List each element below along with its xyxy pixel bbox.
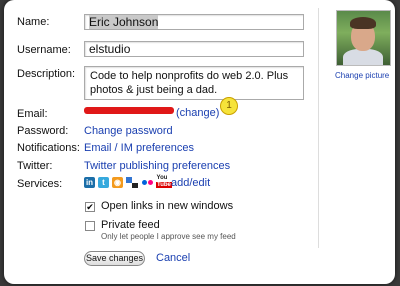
username-label: Username: [17,44,71,56]
delicious-icon[interactable] [126,177,138,188]
profile-photo [336,10,391,66]
open-links-checkbox[interactable]: ✔ [85,202,95,212]
edit-profile-dialog: Name: Eric Johnson Username: elstudio De… [4,0,395,284]
open-links-label: Open links in new windows [101,200,234,212]
vertical-divider [318,8,319,248]
twitter-preferences-link[interactable]: Twitter publishing preferences [84,160,230,172]
rss-icon[interactable]: ◉ [112,177,123,188]
change-password-link[interactable]: Change password [84,125,173,137]
twitter-label: Twitter: [17,160,53,172]
cancel-link[interactable]: Cancel [156,252,190,264]
password-label: Password: [17,125,69,137]
description-field[interactable]: Code to help nonprofits do web 2.0. Plus… [84,66,304,100]
name-value: Eric Johnson [89,15,159,29]
services-add-edit-link[interactable]: add/edit [171,177,210,189]
annotation-badge: 1 [220,97,238,115]
name-field[interactable]: Eric Johnson [84,14,304,30]
notifications-label: Notifications: [17,142,80,154]
twitter-icon[interactable]: t [98,177,109,188]
email-label: Email: [17,108,48,120]
notification-preferences-link[interactable]: Email / IM preferences [84,142,194,154]
services-label: Services: [17,178,63,190]
private-feed-note: Only let people I approve see my feed [101,232,236,241]
youtube-icon[interactable]: You Tube [156,175,172,189]
change-picture-link[interactable]: Change picture [335,71,389,80]
redacted-email [84,107,174,114]
linkedin-icon[interactable]: in [84,177,95,188]
username-value: elstudio [89,42,131,56]
email-change-link[interactable]: (change) [176,107,219,119]
username-field[interactable]: elstudio [84,41,304,57]
flickr-icon[interactable] [141,177,154,188]
save-changes-button[interactable]: Save changes [84,251,145,266]
description-label: Description: [17,68,76,80]
private-feed-checkbox[interactable] [85,221,95,231]
private-feed-label: Private feed [101,219,160,231]
name-label: Name: [17,16,50,28]
